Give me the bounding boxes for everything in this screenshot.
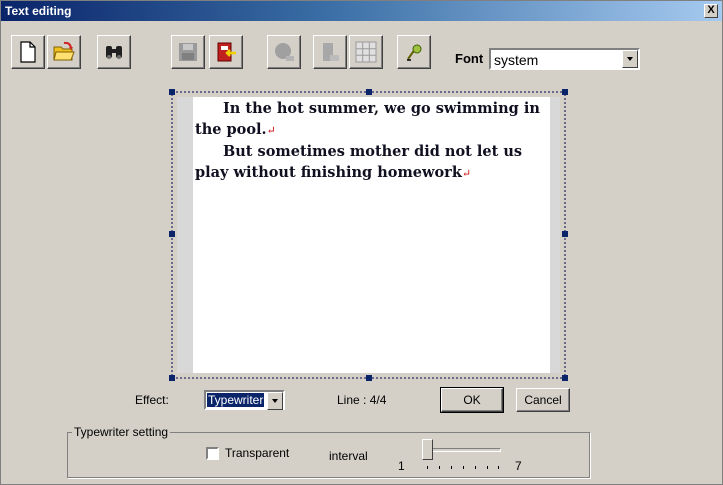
resize-handle-nw[interactable] xyxy=(169,89,175,95)
new-file-button[interactable] xyxy=(11,35,45,69)
close-button[interactable]: X xyxy=(704,4,718,18)
text-editor[interactable]: In the hot summer, we go swimming in the… xyxy=(177,97,560,373)
find-button[interactable] xyxy=(97,35,131,69)
resize-handle-se[interactable] xyxy=(562,375,568,381)
editor-line-2: the pool. xyxy=(195,121,267,138)
effect-select-value: Typewriter xyxy=(207,393,265,407)
find-binoculars-icon xyxy=(106,46,122,59)
cancel-button[interactable]: Cancel xyxy=(516,388,570,412)
resize-handle-e[interactable] xyxy=(562,231,568,237)
editor-line-4: play without finishing homework xyxy=(195,164,462,181)
table-button[interactable] xyxy=(349,35,383,69)
image-button[interactable] xyxy=(313,35,347,69)
chevron-down-icon xyxy=(272,399,278,403)
return-mark-icon: ↵ xyxy=(461,167,472,180)
editor-content[interactable]: In the hot summer, we go swimming in the… xyxy=(195,98,546,184)
clear-format-icon xyxy=(407,44,422,61)
open-file-button[interactable] xyxy=(47,35,81,69)
title-bar: Text editing X xyxy=(1,1,722,21)
import-button[interactable] xyxy=(209,35,243,69)
resize-handle-w[interactable] xyxy=(169,231,175,237)
import-icon xyxy=(217,42,236,62)
ok-button[interactable]: OK xyxy=(440,387,504,413)
slider-tick xyxy=(463,466,464,469)
resize-handle-sw[interactable] xyxy=(169,375,175,381)
shape-button[interactable] xyxy=(267,35,301,69)
interval-slider-thumb[interactable] xyxy=(422,439,433,460)
save-disabled-icon xyxy=(179,43,197,61)
image-disabled-icon xyxy=(323,43,339,61)
window-title: Text editing xyxy=(5,4,72,18)
effect-dropdown-button[interactable] xyxy=(267,392,283,410)
save-button[interactable] xyxy=(171,35,205,69)
close-icon: X xyxy=(707,4,715,16)
open-folder-icon xyxy=(53,41,75,61)
slider-tick xyxy=(475,466,476,469)
font-label: Font xyxy=(455,51,484,66)
editor-line-1: In the hot summer, we go swimming in xyxy=(223,100,540,117)
effect-label: Effect: xyxy=(135,393,169,407)
text-editor-frame: In the hot summer, we go swimming in the… xyxy=(169,89,568,381)
slider-tick xyxy=(498,466,499,469)
resize-handle-s[interactable] xyxy=(366,375,372,381)
interval-label: interval xyxy=(329,449,368,463)
slider-tick xyxy=(439,466,440,469)
resize-handle-n[interactable] xyxy=(366,89,372,95)
line-status: Line : 4/4 xyxy=(337,393,387,407)
font-select-value: system xyxy=(494,52,539,68)
editor-line-3: But sometimes mother did not let us xyxy=(223,143,523,160)
transparent-label: Transparent xyxy=(225,446,290,460)
font-select[interactable]: system xyxy=(489,48,640,70)
group-legend: Typewriter setting xyxy=(72,425,171,439)
clear-format-button[interactable] xyxy=(397,35,431,69)
font-dropdown-button[interactable] xyxy=(622,50,638,68)
transparent-checkbox[interactable] xyxy=(206,447,219,460)
slider-tick xyxy=(427,466,428,469)
text-editing-dialog: Text editing X Font system In the hot su… xyxy=(0,0,723,485)
return-mark-icon: ↵ xyxy=(266,124,276,137)
slider-tick xyxy=(451,466,452,469)
effect-select[interactable]: Typewriter xyxy=(204,390,285,410)
shape-disabled-icon xyxy=(275,43,294,61)
interval-max-label: 7 xyxy=(515,459,522,473)
slider-tick xyxy=(487,466,488,469)
new-file-icon xyxy=(20,41,36,63)
interval-min-label: 1 xyxy=(398,459,405,473)
interval-slider-track[interactable] xyxy=(423,448,501,452)
table-grid-icon xyxy=(355,41,377,63)
resize-handle-ne[interactable] xyxy=(562,89,568,95)
chevron-down-icon xyxy=(627,57,633,61)
